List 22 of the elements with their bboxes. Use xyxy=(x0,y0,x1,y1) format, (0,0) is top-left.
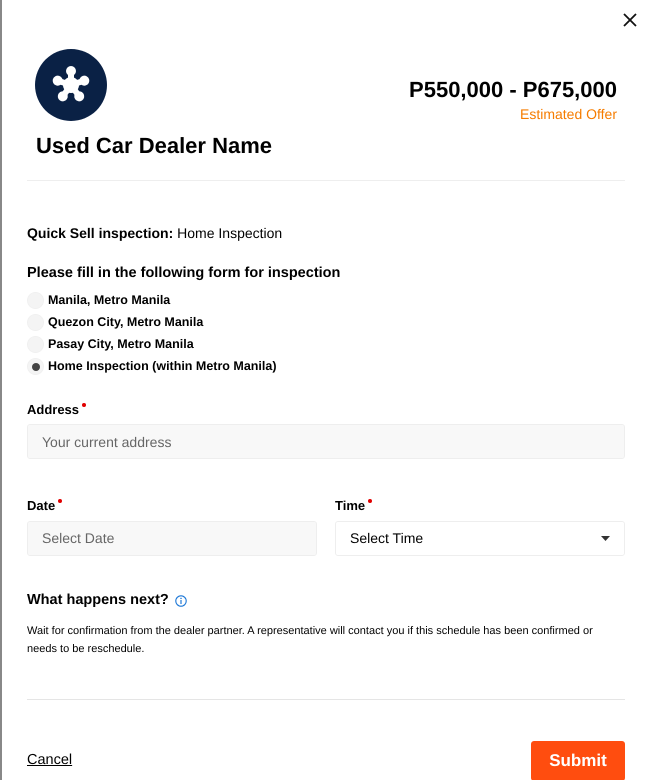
section-title: What happens next? xyxy=(27,590,169,610)
location-radio[interactable]: Pasay City, Metro Manila xyxy=(27,334,625,356)
form-title: Please fill in the following form for inspection xyxy=(27,264,342,283)
close-icon xyxy=(623,13,637,27)
field-label: Address xyxy=(27,400,80,419)
info-text: Wait for confirmation from the dealer partner. A representative will contact you if this schedule has been confirmed or needs to be reschedule. xyxy=(27,624,594,656)
info-icon xyxy=(174,594,187,607)
location-radio[interactable]: Manila, Metro Manila xyxy=(27,290,625,312)
dealer-name: Used Car Dealer Name xyxy=(36,132,272,160)
price-range: P550,000 - P675,000 xyxy=(409,76,617,104)
address-field[interactable]: Your current address xyxy=(27,424,625,460)
date-field[interactable]: Select Date xyxy=(27,520,317,556)
field-label: Time xyxy=(335,497,366,516)
caret-icon xyxy=(601,536,610,541)
location-radio[interactable]: Home Inspection (within Metro Manila) xyxy=(27,356,625,378)
field-label: Date xyxy=(27,497,56,516)
offer-label: Estimated Offer xyxy=(520,105,617,124)
cancel-link[interactable]: Cancel xyxy=(27,750,72,772)
location-radio[interactable]: Quezon City, Metro Manila xyxy=(27,312,625,334)
time-select[interactable]: Select Time xyxy=(335,520,625,556)
dealer-logo xyxy=(35,49,107,121)
inspection-type: Quick Sell inspection: Home Inspection xyxy=(27,224,284,243)
